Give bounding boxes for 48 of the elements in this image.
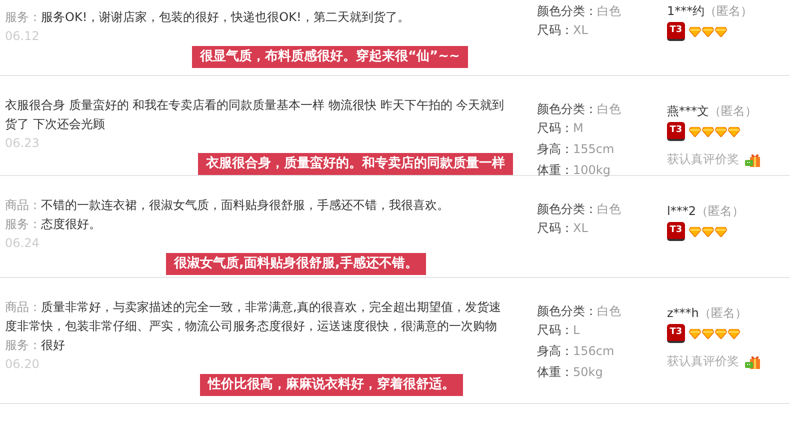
diamond-icon [702,26,714,36]
username: z***h（匿名） [667,305,748,322]
level-badge: T3 [667,22,685,41]
diamond-icon [728,328,740,338]
product-attribute: 身高：156cm [537,343,616,360]
diamond-icon [715,328,727,338]
product-attribute: 颜色分类：白色 [537,101,622,118]
highlight-tag: 性价比很高，麻麻说衣料好，穿着很舒适。 [200,374,463,396]
diamond-icon [689,126,701,136]
diamond-icon [689,328,701,338]
review-text: 衣服很合身 质量蛮好的 和我在专卖店看的同款质量基本一样 物流很快 昨天下午拍的 今天就到货了 下次还会光顾 [5,97,506,133]
reward-text[interactable]: 获认真评价奖 [667,353,739,370]
highlight-tag: 很淑女气质,面料贴身很舒服,手感还不错。 [166,253,426,275]
product-attribute: 体重：100kg [537,162,612,179]
product-attribute: 颜色分类：白色 [537,303,622,320]
product-attribute: 身高：155cm [537,141,616,158]
username: 燕***文（匿名） [667,103,758,120]
highlight-tag: 衣服很合身，质量蛮好的。和专卖店的同款质量一样 [198,153,513,175]
diamond-icon [702,328,714,338]
diamond-icon [728,126,740,136]
product-attribute: 体重：50kg [537,364,604,381]
diamond-icon [715,126,727,136]
product-attribute: 尺码：M [537,120,584,137]
level-badge: T3 [667,324,685,343]
diamond-icon [702,226,714,236]
review-text: 商品：质量非常好，与卖家描述的完全一致，非常满意,真的很喜欢，完全超出期望值，发货速度非常快，包装非常仔细、严实，物流公司服务态度很好，运送速度很快，很满意的一次购物 [5,299,502,335]
diamond-icon [689,226,701,236]
review-text: 服务：服务OK!，谢谢店家，包装的很好，快递也很OK!，第二天就到货了。 [5,9,410,26]
gift-icon [745,152,761,168]
level-badge: T3 [667,122,685,141]
review-text: 商品：不错的一款连衣裙，很淑女气质，面料贴身很舒服，手感还不错，我很喜欢。 [5,197,450,214]
username: l***2（匿名） [667,203,745,220]
gift-icon [745,354,761,370]
diamond-icon [715,26,727,36]
highlight-tag: 很显气质，布料质感很好。穿起来很“仙”~~ [192,46,468,68]
reward-text[interactable]: 获认真评价奖 [667,151,739,168]
product-attribute: 尺码：XL [537,220,589,237]
product-attribute: 颜色分类：白色 [537,201,622,218]
username: 1***约（匿名） [667,3,754,20]
diamond-icon [689,26,701,36]
level-badge: T3 [667,222,685,241]
product-attribute: 颜色分类：白色 [537,3,622,20]
diamond-icon [702,126,714,136]
product-attribute: 尺码：XL [537,22,589,39]
review-text: 服务：很好 [5,337,66,354]
review-text: 服务：态度很好。 [5,216,102,233]
diamond-icon [715,226,727,236]
product-attribute: 尺码：L [537,322,581,339]
